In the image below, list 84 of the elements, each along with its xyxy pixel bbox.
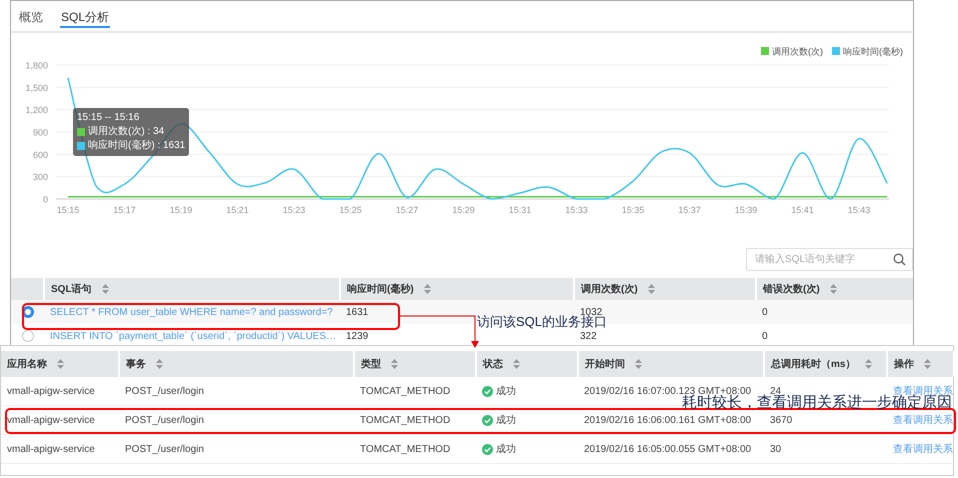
axis-tick-label: 900 xyxy=(32,128,48,138)
sort-icon[interactable] xyxy=(830,284,837,294)
status-text: 成功 xyxy=(496,444,516,455)
check-icon xyxy=(482,444,493,455)
sort-icon[interactable] xyxy=(648,284,655,294)
column-header: 操作 xyxy=(894,359,914,370)
table-cell: 3670 xyxy=(770,414,792,426)
check-icon xyxy=(482,414,493,426)
column-header: 总调用耗时（ms） xyxy=(771,359,856,370)
search-field[interactable]: 请输入SQL语句关键字 xyxy=(746,248,913,271)
axis-tick-label: 1,800 xyxy=(25,60,48,70)
axis-tick-label: 15:33 xyxy=(565,205,588,215)
sort-icon[interactable] xyxy=(102,284,109,294)
column-header: 响应时间(毫秒) xyxy=(347,284,414,295)
axis-tick-label: 15:19 xyxy=(170,205,192,215)
action-link[interactable]: 查看调用关系 xyxy=(893,444,953,455)
sort-icon[interactable] xyxy=(865,359,872,370)
table-cell: 24 xyxy=(770,386,782,396)
axis-tick-label: 15:31 xyxy=(508,205,532,215)
axis-tick-label: 600 xyxy=(32,150,48,160)
column-header: 调用次数(次) xyxy=(581,284,638,295)
table-cell: vmall-apigw-service xyxy=(7,414,95,426)
axis-tick-label: 15:17 xyxy=(113,205,136,215)
table-cell: vmall-apigw-service xyxy=(7,386,95,396)
status-text: 成功 xyxy=(496,386,516,397)
legend-label: 调用次数(次) xyxy=(772,46,823,56)
sort-icon[interactable] xyxy=(513,359,520,370)
column-header: 应用名称 xyxy=(7,359,47,370)
axis-tick-label: 1,200 xyxy=(25,105,48,116)
table-cell: 1631 xyxy=(346,306,368,318)
axis-tick-label: 1,500 xyxy=(25,82,48,93)
table-cell: POST_/user/login xyxy=(125,444,204,454)
table-cell: 30 xyxy=(770,444,782,454)
axis-tick-label: 15:23 xyxy=(282,205,306,215)
annotation-text: 访问该SQL的业务接口 xyxy=(477,314,608,330)
table-cell: 0 xyxy=(762,306,768,318)
column-header: 事务 xyxy=(126,359,146,370)
annotation-text: 耗时较长，查看调用关系进一步确定原因 xyxy=(682,394,952,412)
legend-label: 响应时间(毫秒) xyxy=(843,46,903,56)
table-cell: 2019/02/16 16:05:00.055 GMT+08:00 xyxy=(584,444,752,454)
sql-link[interactable]: INSERT INTO `payment_table` (`userid`, `productid`) VALUES… xyxy=(50,330,336,342)
table-cell: POST_/user/login xyxy=(125,414,204,426)
axis-tick-label: 15:25 xyxy=(339,205,362,215)
tab[interactable]: SQL分析 xyxy=(60,9,110,28)
column-header: 类型 xyxy=(361,359,381,370)
sort-icon[interactable] xyxy=(424,284,431,294)
radio-button[interactable] xyxy=(22,330,34,342)
axis-tick-label: 15:43 xyxy=(848,205,870,215)
axis-tick-label: 15:37 xyxy=(678,205,701,215)
tab[interactable]: 概览 xyxy=(18,9,44,28)
axis-tick-label: 15:39 xyxy=(734,205,758,215)
sort-icon[interactable] xyxy=(924,359,931,370)
action-link[interactable]: 查看调用关系 xyxy=(893,415,953,426)
table-cell: TOMCAT_METHOD xyxy=(360,386,450,396)
sort-icon[interactable] xyxy=(57,359,64,370)
column-header: SQL语句 xyxy=(51,284,92,295)
table-cell: 322 xyxy=(580,330,597,342)
axis-tick-label: 300 xyxy=(32,172,48,182)
table-cell: POST_/user/login xyxy=(125,386,204,396)
table-cell: 2019/02/16 16:06:00.161 GMT+08:00 xyxy=(584,414,752,426)
table-cell: TOMCAT_METHOD xyxy=(360,414,450,426)
sort-icon[interactable] xyxy=(391,359,398,370)
sort-icon[interactable] xyxy=(156,359,163,370)
search-icon[interactable] xyxy=(893,253,906,266)
status-text: 成功 xyxy=(496,415,516,426)
column-header: 错误次数(次) xyxy=(763,284,820,295)
tooltip-title: 15:15 -- 15:16 xyxy=(77,111,140,125)
axis-tick-label: 15:21 xyxy=(226,205,249,215)
column-header: 状态 xyxy=(483,359,503,370)
table-cell: vmall-apigw-service xyxy=(7,444,95,454)
table-cell: TOMCAT_METHOD xyxy=(360,444,450,454)
table-cell: 1239 xyxy=(346,330,368,342)
axis-tick-label: 15:35 xyxy=(622,205,644,215)
axis-tick-label: 0 xyxy=(42,194,48,204)
axis-tick-label: 15:29 xyxy=(452,205,475,215)
check-icon xyxy=(482,386,493,397)
axis-tick-label: 15:15 xyxy=(56,205,80,215)
axis-tick-label: 15:41 xyxy=(791,205,814,215)
sort-icon[interactable] xyxy=(635,359,642,370)
tooltip-text: 响应时间(毫秒) : 1631 xyxy=(88,139,186,153)
table-cell: 0 xyxy=(762,330,768,342)
column-header: 开始时间 xyxy=(585,359,625,370)
tooltip-text: 调用次数(次) : 34 xyxy=(88,125,164,139)
axis-tick-label: 15:27 xyxy=(396,205,418,215)
